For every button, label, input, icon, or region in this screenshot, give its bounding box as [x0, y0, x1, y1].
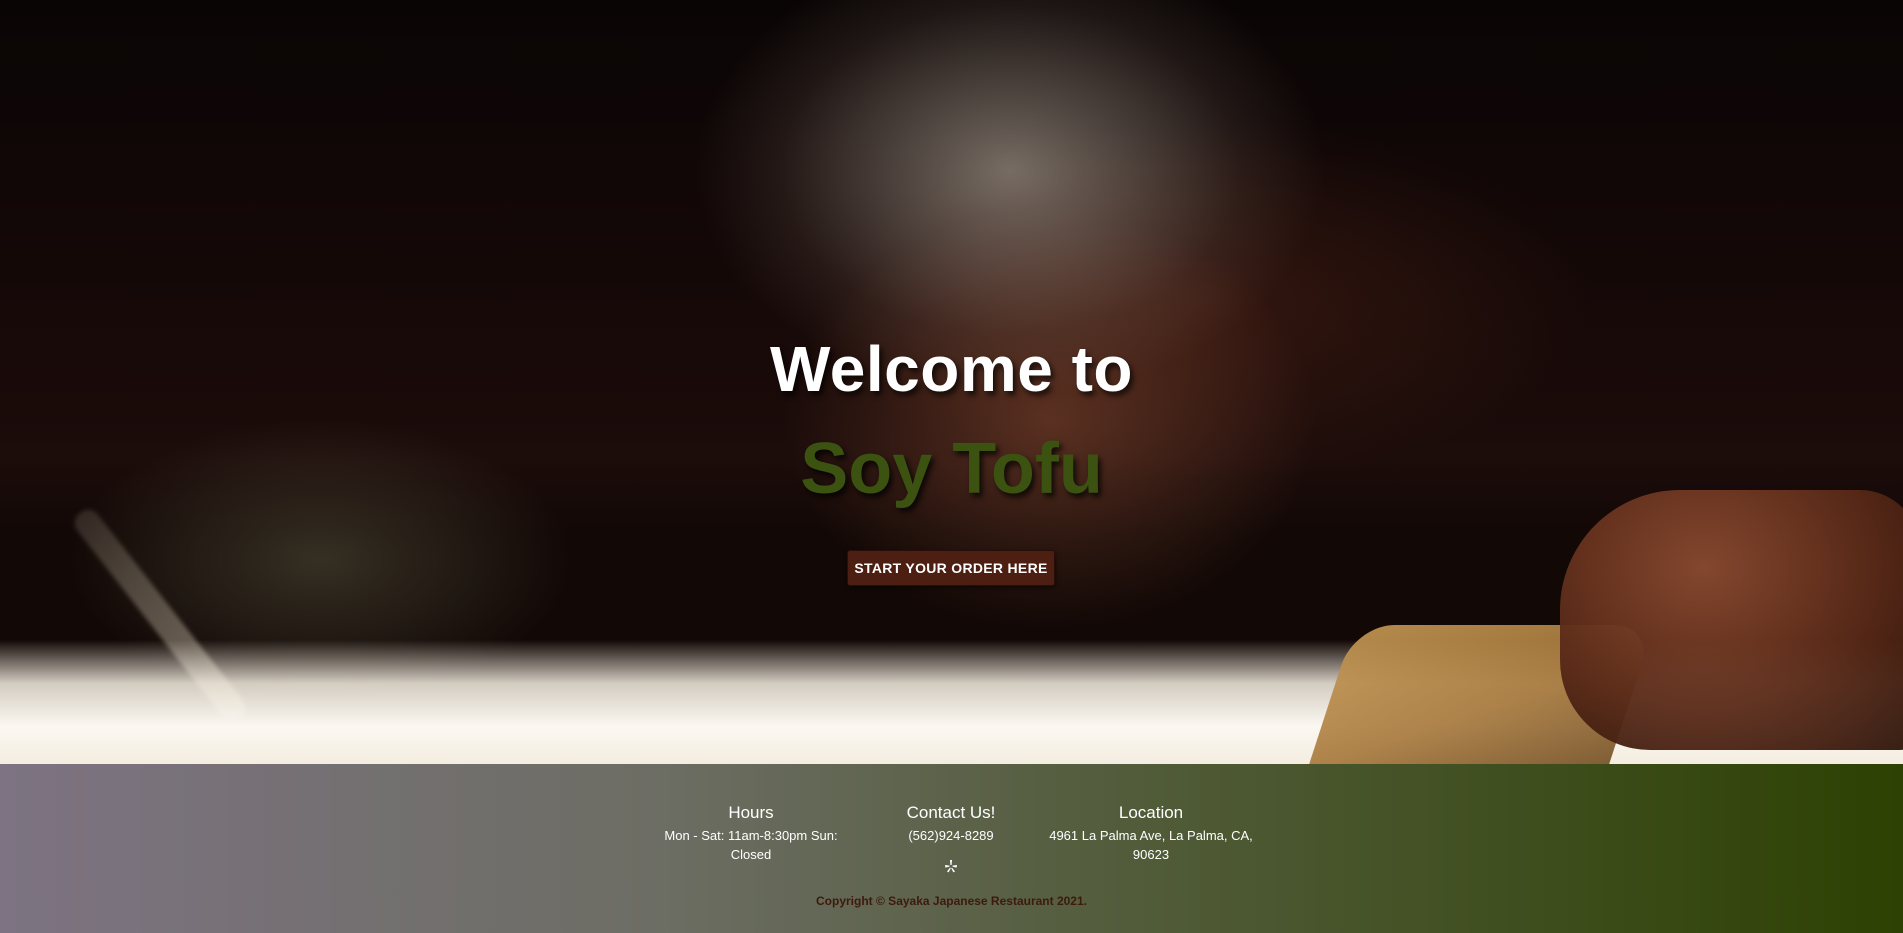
- footer-contact: Contact Us! (562)924-8289: [846, 803, 1056, 845]
- hours-title: Hours: [728, 803, 774, 822]
- footer-location: Location 4961 La Palma Ave, La Palma, CA…: [1046, 803, 1256, 864]
- start-order-button[interactable]: START YOUR ORDER HERE: [847, 550, 1055, 586]
- location-address: 4961 La Palma Ave, La Palma, CA, 90623: [1049, 828, 1253, 862]
- yelp-icon[interactable]: [944, 859, 958, 873]
- hero-section: Welcome to Soy Tofu START YOUR ORDER HER…: [0, 0, 1903, 764]
- footer-hours: Hours Mon - Sat: 11am-8:30pm Sun: Closed: [646, 803, 856, 864]
- contact-title: Contact Us!: [906, 803, 996, 822]
- brand-name: Soy Tofu: [800, 429, 1103, 509]
- copyright-text: Copyright © Sayaka Japanese Restaurant 2…: [816, 894, 1087, 908]
- hero-content: Welcome to Soy Tofu START YOUR ORDER HER…: [0, 0, 1903, 764]
- location-title: Location: [1118, 803, 1184, 822]
- contact-phone: (562)924-8289: [908, 828, 994, 843]
- site-footer: Hours Mon - Sat: 11am-8:30pm Sun: Closed…: [0, 764, 1903, 933]
- hours-text: Mon - Sat: 11am-8:30pm Sun: Closed: [664, 828, 838, 862]
- welcome-heading: Welcome to: [770, 333, 1133, 405]
